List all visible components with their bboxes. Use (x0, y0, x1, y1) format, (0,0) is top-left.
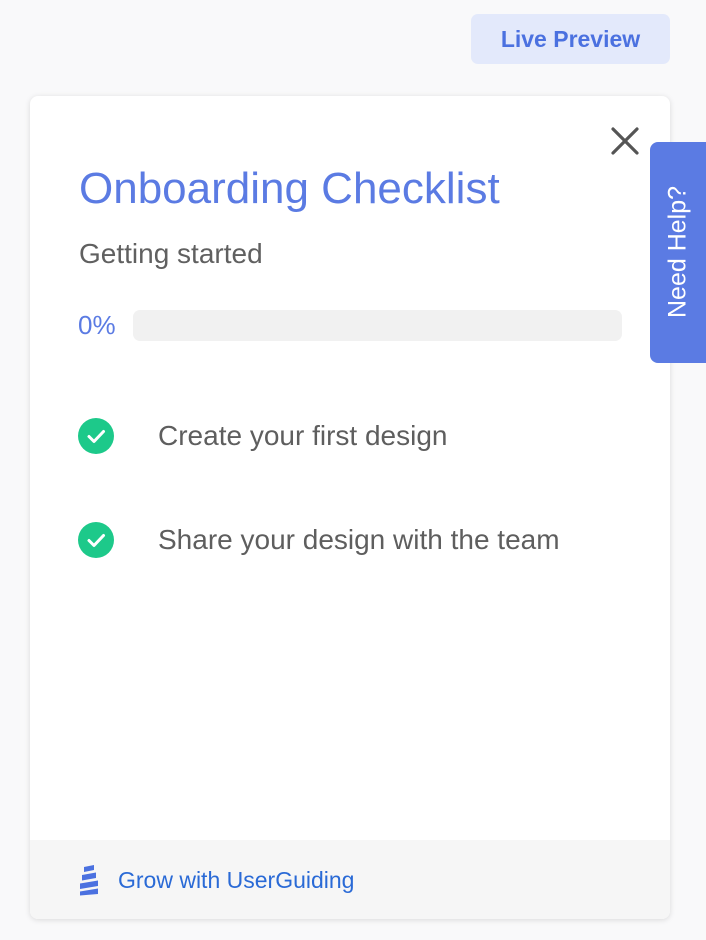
grow-with-userguiding-link[interactable]: Grow with UserGuiding (78, 862, 354, 898)
userguiding-logo-icon (78, 864, 100, 896)
checklist-subtitle: Getting started (79, 238, 263, 269)
checklist-item-label: Share your design with the team (158, 524, 560, 555)
checklist-item-create-design[interactable]: Create your first design (78, 417, 638, 455)
close-button[interactable] (606, 122, 644, 160)
checklist-item-label: Create your first design (158, 420, 448, 451)
footer-link-label: Grow with UserGuiding (118, 866, 355, 893)
onboarding-checklist-panel: Onboarding Checklist Getting started 0% … (30, 96, 670, 919)
check-circle-icon (78, 522, 114, 558)
live-preview-button[interactable]: Live Preview (471, 14, 670, 64)
progress-percent: 0% (78, 310, 116, 340)
progress-bar (133, 310, 622, 341)
need-help-label: Need Help? (663, 185, 692, 319)
checklist-title: Onboarding Checklist (79, 164, 500, 213)
close-icon (611, 127, 639, 155)
check-circle-icon (78, 418, 114, 454)
checklist-item-share-design[interactable]: Share your design with the team (78, 521, 638, 559)
need-help-tab[interactable]: Need Help? (650, 142, 706, 363)
checklist-footer: Grow with UserGuiding (30, 840, 670, 919)
